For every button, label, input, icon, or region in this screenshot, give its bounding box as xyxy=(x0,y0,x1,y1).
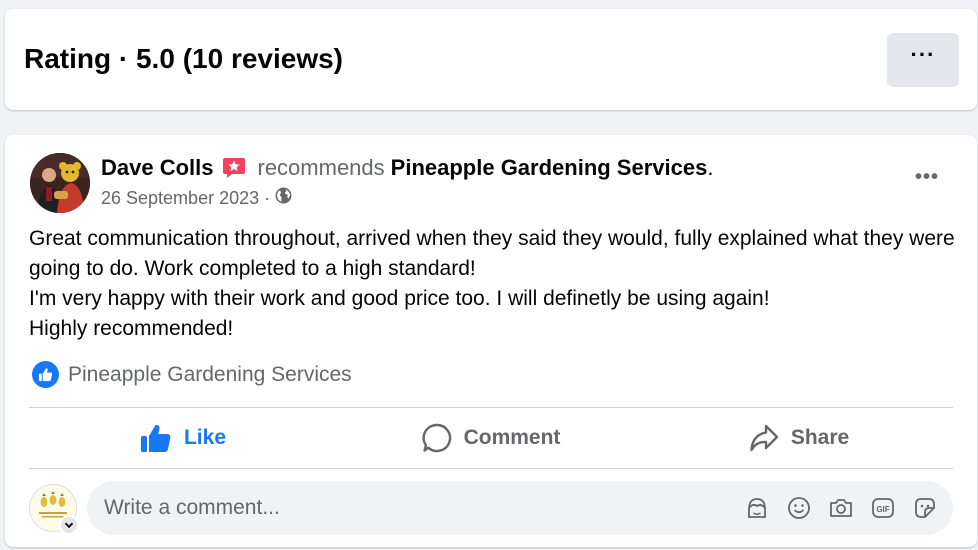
review-text: Great communication throughout, arrived … xyxy=(29,224,959,344)
more-dots-icon: ··· xyxy=(910,42,936,67)
recommend-star-icon xyxy=(222,156,246,180)
rating-title: Rating · 5.0 (10 reviews) xyxy=(24,43,344,74)
author-name[interactable]: Dave Colls xyxy=(101,155,214,181)
comment-label: Comment xyxy=(463,426,561,449)
gif-icon[interactable]: GIF xyxy=(869,494,897,522)
post-meta: 26 September 2023 · xyxy=(101,187,292,209)
share-label: Share xyxy=(790,426,850,449)
avatar-sticker-icon[interactable] xyxy=(743,494,771,522)
sentence-period: . xyxy=(707,155,714,180)
avatar-photo xyxy=(30,153,90,213)
comment-composer: GIF xyxy=(29,481,953,535)
globe-icon xyxy=(275,187,292,209)
rating-more-button[interactable]: ··· xyxy=(887,33,959,87)
rating-header-card: Rating · 5.0 (10 reviews) ··· xyxy=(5,9,977,110)
svg-text:GIF: GIF xyxy=(876,505,889,514)
comment-tools: GIF xyxy=(743,494,939,522)
action-bar: Like Comment Share xyxy=(29,408,953,468)
emoji-icon[interactable] xyxy=(785,494,813,522)
divider xyxy=(29,468,953,469)
comment-box: GIF xyxy=(87,481,953,535)
thumbs-up-icon xyxy=(32,361,59,388)
review-post-card: Dave Colls recommends Pineapple Gardenin… xyxy=(5,135,977,547)
like-button[interactable]: Like xyxy=(29,408,337,468)
sticker-icon[interactable] xyxy=(911,494,939,522)
post-date[interactable]: 26 September 2023 xyxy=(101,188,259,209)
reaction-names: Pineapple Gardening Services xyxy=(68,362,352,386)
recommends-text: recommends xyxy=(257,155,385,180)
page-name-link[interactable]: Pineapple Gardening Services xyxy=(391,155,708,181)
review-line: Highly recommended! xyxy=(29,317,234,340)
comment-input[interactable] xyxy=(87,496,687,520)
camera-icon[interactable] xyxy=(827,494,855,522)
share-button[interactable]: Share xyxy=(645,408,953,468)
reactions-summary[interactable]: Pineapple Gardening Services xyxy=(32,361,352,388)
share-icon xyxy=(750,424,779,452)
author-avatar[interactable] xyxy=(30,153,90,213)
like-icon xyxy=(140,424,171,452)
author-line: Dave Colls recommends Pineapple Gardenin… xyxy=(101,155,713,181)
meta-separator: · xyxy=(264,187,271,208)
review-line: Great communication throughout, arrived … xyxy=(29,227,955,280)
chevron-down-icon xyxy=(64,522,74,529)
comment-button[interactable]: Comment xyxy=(337,408,645,468)
post-options-button[interactable]: ••• xyxy=(915,167,939,187)
account-switch-button[interactable] xyxy=(59,515,79,535)
review-line: I'm very happy with their work and good … xyxy=(29,287,770,310)
comment-icon xyxy=(422,423,451,453)
like-label: Like xyxy=(183,426,227,449)
